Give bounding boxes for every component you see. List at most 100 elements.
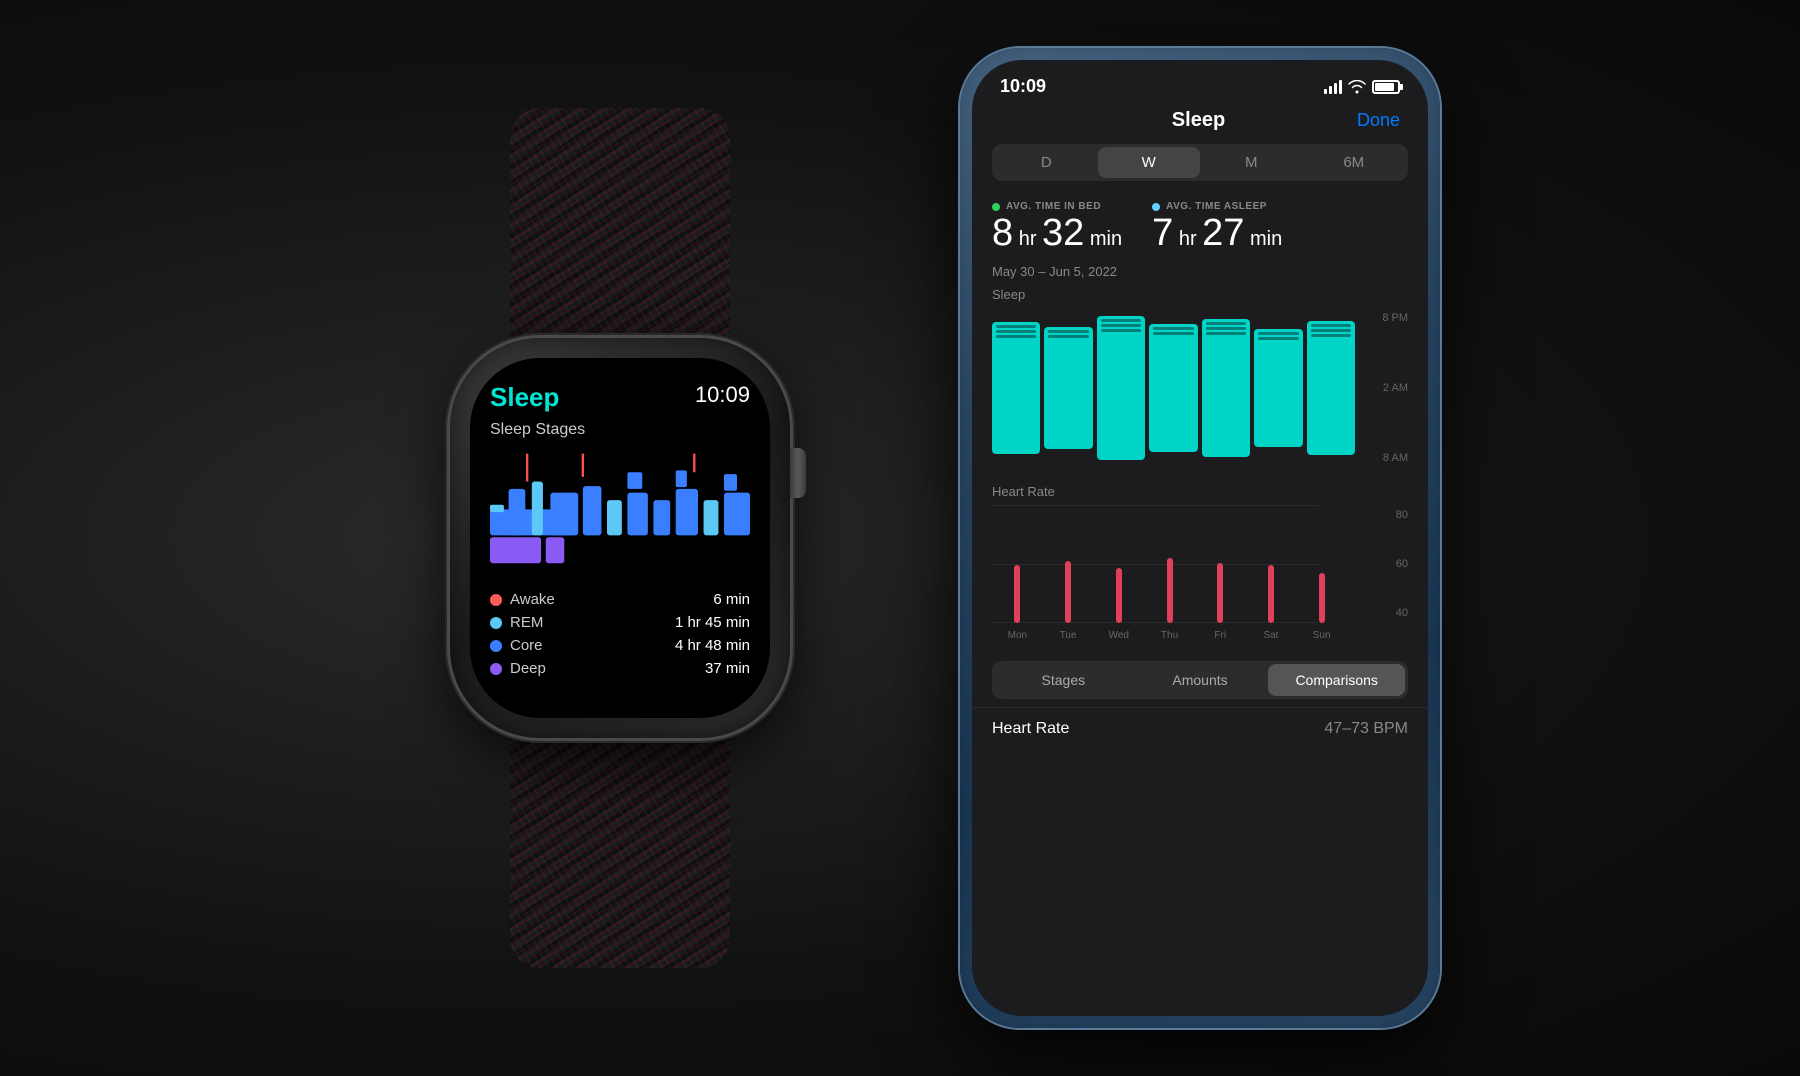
heart-rate-value: 47–73 BPM (1324, 720, 1408, 738)
phone-screen: 10:09 (972, 60, 1428, 1016)
watch-screen: Sleep 10:09 Sleep Stages (470, 358, 770, 718)
value-core: 4 hr 48 min (675, 637, 750, 654)
watch-subtitle: Sleep Stages (490, 421, 750, 439)
heart-bar-wed: Wed (1093, 568, 1144, 623)
sleep-bar-sat (1254, 308, 1302, 468)
sleep-bar-wed (1097, 308, 1145, 468)
sleep-bar-sun (1307, 308, 1355, 468)
sleep-chart-area: 8 PM 2 AM 8 AM (992, 308, 1408, 468)
watch-case: Sleep 10:09 Sleep Stages (450, 338, 790, 738)
watch-band-bottom (510, 728, 730, 968)
stats-section: AVG. TIME IN BED 8 hr 32 min AVG. TIME A… (972, 197, 1428, 264)
day-mon: Mon (1008, 630, 1027, 641)
heart-bar-thu: Thu (1144, 558, 1195, 623)
sleep-bars (992, 308, 1363, 468)
watch-sleep-chart (490, 449, 750, 579)
heart-bar-mon: Mon (992, 565, 1043, 623)
heart-bar-tue: Tue (1043, 561, 1094, 623)
watch-container: Sleep 10:09 Sleep Stages (360, 108, 880, 968)
tab-comparisons[interactable]: Comparisons (1268, 664, 1405, 696)
stat-time-asleep: AVG. TIME ASLEEP 7 hr 27 min (1152, 201, 1282, 252)
dot-in-bed (992, 203, 1000, 211)
value-in-bed: 8 hr 32 min (992, 214, 1122, 252)
legend-core: Core 4 hr 48 min (490, 637, 750, 654)
wifi-icon (1348, 80, 1366, 94)
heart-bar-sat: Sat (1246, 565, 1297, 623)
legend-deep: Deep 37 min (490, 660, 750, 677)
heart-y-60: 60 (1363, 558, 1408, 570)
done-button[interactable]: Done (1357, 110, 1400, 131)
legend-awake: Awake 6 min (490, 591, 750, 608)
watch-body: Sleep 10:09 Sleep Stages (450, 338, 790, 738)
value-awake: 6 min (713, 591, 750, 608)
watch-band-top (510, 108, 730, 348)
heart-bars: Mon Tue Wed (992, 505, 1355, 645)
watch-header: Sleep 10:09 (490, 382, 750, 413)
segment-control: D W M 6M (992, 144, 1408, 181)
day-tue: Tue (1060, 630, 1077, 641)
sleep-bar-fri (1202, 308, 1250, 468)
day-sun: Sun (1313, 630, 1331, 641)
status-bar: 10:09 (972, 60, 1428, 105)
date-range: May 30 – Jun 5, 2022 (972, 264, 1428, 287)
heart-bar-sun: Sun (1296, 573, 1347, 623)
label-rem: REM (510, 614, 543, 631)
signal-bars-icon (1324, 80, 1342, 94)
heart-rate-row: Heart Rate 47–73 BPM (972, 707, 1428, 750)
heart-chart-section: Heart Rate Mon (972, 484, 1428, 645)
day-fri: Fri (1214, 630, 1226, 641)
day-sat: Sat (1263, 630, 1278, 641)
phone-time: 10:09 (1000, 76, 1046, 97)
tab-stages[interactable]: Stages (995, 664, 1132, 696)
label-awake: Awake (510, 591, 555, 608)
dot-awake (490, 594, 502, 606)
bottom-tabs: Stages Amounts Comparisons (992, 661, 1408, 699)
segment-6m[interactable]: 6M (1303, 147, 1406, 178)
dot-asleep (1152, 203, 1160, 211)
sleep-y-8am: 8 AM (1363, 452, 1408, 464)
heart-bar-fri: Fri (1195, 563, 1246, 623)
heart-chart-area: Mon Tue Wed (992, 505, 1408, 645)
heart-rate-label: Heart Rate (992, 720, 1069, 738)
label-core: Core (510, 637, 543, 654)
value-rem: 1 hr 45 min (675, 614, 750, 631)
sleep-chart-label: Sleep (992, 287, 1408, 302)
legend-rem: REM 1 hr 45 min (490, 614, 750, 631)
sleep-y-8pm: 8 PM (1363, 312, 1408, 324)
dot-rem (490, 617, 502, 629)
label-in-bed: AVG. TIME IN BED (1006, 201, 1101, 212)
segment-d[interactable]: D (995, 147, 1098, 178)
stat-time-in-bed: AVG. TIME IN BED 8 hr 32 min (992, 201, 1122, 252)
scene: Sleep 10:09 Sleep Stages (0, 0, 1800, 1076)
heart-y-axis: 80 60 40 (1363, 505, 1408, 645)
tab-amounts[interactable]: Amounts (1132, 664, 1269, 696)
dot-core (490, 640, 502, 652)
watch-legend: Awake 6 min REM 1 hr 45 min (490, 591, 750, 677)
sleep-bar-tue (1044, 308, 1092, 468)
heart-chart-label: Heart Rate (992, 484, 1408, 499)
label-asleep: AVG. TIME ASLEEP (1166, 201, 1267, 212)
status-icons (1324, 80, 1400, 94)
phone-container: 10:09 (960, 48, 1440, 1028)
sleep-y-axis: 8 PM 2 AM 8 AM (1363, 308, 1408, 468)
watch-title: Sleep (490, 382, 559, 413)
watch-time: 10:09 (695, 382, 750, 408)
phone-nav-title: Sleep (1172, 109, 1225, 132)
day-wed: Wed (1109, 630, 1129, 641)
value-asleep: 7 hr 27 min (1152, 214, 1282, 252)
phone-frame: 10:09 (960, 48, 1440, 1028)
value-deep: 37 min (705, 660, 750, 677)
segment-m[interactable]: M (1200, 147, 1303, 178)
battery-icon (1372, 80, 1400, 94)
sleep-bar-thu (1149, 308, 1197, 468)
label-deep: Deep (510, 660, 546, 677)
dot-deep (490, 663, 502, 675)
heart-y-40: 40 (1363, 607, 1408, 619)
segment-w[interactable]: W (1098, 147, 1201, 178)
sleep-chart-section: Sleep (972, 287, 1428, 468)
phone-nav: Sleep Done (972, 105, 1428, 144)
sleep-bar-mon (992, 308, 1040, 468)
sleep-y-2am: 2 AM (1363, 382, 1408, 394)
heart-y-80: 80 (1363, 509, 1408, 521)
watch-crown (790, 448, 806, 498)
